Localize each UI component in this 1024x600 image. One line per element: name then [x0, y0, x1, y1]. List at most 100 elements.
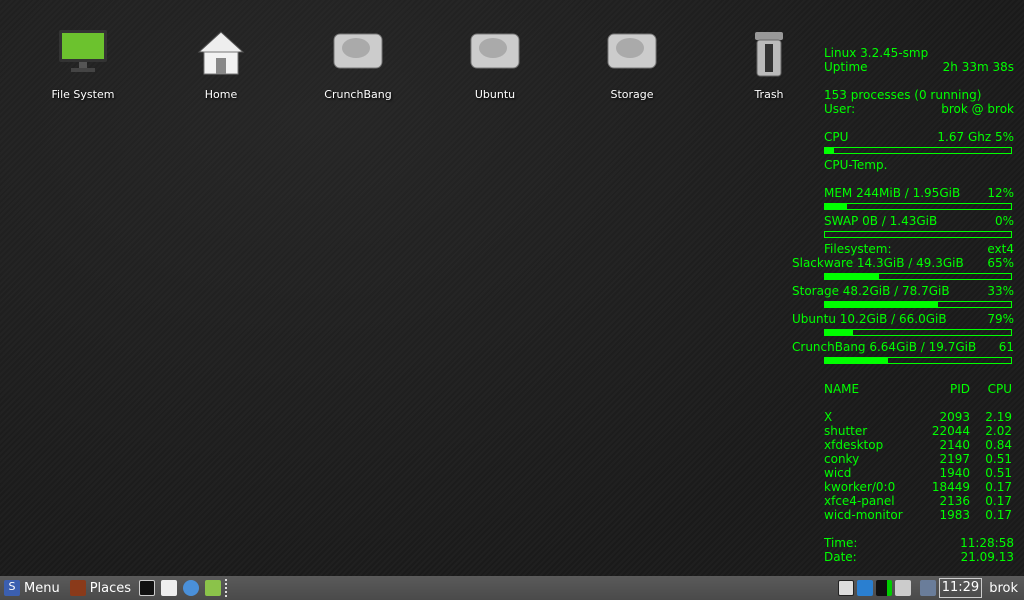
- proc-cell: X: [824, 410, 833, 424]
- places-icon: [69, 580, 86, 596]
- proc-cell: kworker/0:0: [824, 480, 896, 494]
- fs-row: Storage 48.2GiB / 78.7GiB 33%: [790, 284, 1014, 298]
- proc-header: NAME: [824, 382, 860, 396]
- drive-icon: [582, 28, 682, 84]
- proc-cell: 0.84: [985, 438, 1012, 452]
- drive-icon: [308, 28, 408, 84]
- cpu-bar: [824, 147, 1012, 154]
- mem-label: MEM 244MiB / 1.95GiB: [824, 186, 961, 200]
- proc-cell: 2140: [939, 438, 970, 452]
- fs-label: CrunchBang 6.64GiB / 19.7GiB: [792, 340, 977, 354]
- battery-icon[interactable]: [875, 580, 892, 596]
- cpu-value: 1.67 Ghz 5%: [937, 130, 1014, 144]
- swap-label: SWAP 0B / 1.43GiB: [824, 214, 938, 228]
- fs-bar: [824, 329, 1012, 336]
- proc-cell: 2136: [939, 494, 970, 508]
- proc-cell: 0.51: [985, 452, 1012, 466]
- text-editor-icon[interactable]: [161, 580, 178, 596]
- proc-cell: 18449: [931, 480, 970, 494]
- fs-pct: 33%: [987, 284, 1014, 298]
- desktop-icon-label: File System: [51, 88, 115, 101]
- cpu-temp-label: CPU-Temp.: [824, 158, 888, 172]
- swap-pct: 0%: [994, 214, 1014, 228]
- proc-cell: 1983: [939, 508, 970, 522]
- fs-label: Ubuntu 10.2GiB / 66.0GiB: [792, 312, 947, 326]
- places-label: Places: [89, 580, 132, 596]
- proc-cell: 2.19: [985, 410, 1012, 424]
- mem-pct: 12%: [987, 186, 1014, 200]
- desktop-icon-home[interactable]: Home: [171, 28, 271, 101]
- desktop-icon-label: Ubuntu: [474, 88, 516, 101]
- swap-bar: [824, 231, 1012, 238]
- browser-icon[interactable]: [183, 580, 200, 596]
- workspace-icon[interactable]: [919, 580, 936, 596]
- fs-bar: [824, 301, 1012, 308]
- proc-header: CPU: [987, 382, 1012, 396]
- menu-button[interactable]: S Menu: [4, 580, 60, 596]
- uptime-label: Uptime: [824, 60, 868, 74]
- home-icon: [171, 28, 271, 84]
- desktop-icon-file-system[interactable]: File System: [33, 28, 133, 101]
- clipboard-icon[interactable]: [837, 580, 854, 596]
- time-label: Time:: [824, 536, 858, 550]
- proc-cell: wicd: [824, 466, 852, 480]
- user-label: User:: [824, 102, 856, 116]
- date-label: Date:: [824, 550, 857, 564]
- update-icon[interactable]: [856, 580, 873, 596]
- proc-cell: 0.17: [985, 480, 1012, 494]
- fs-label: Slackware 14.3GiB / 49.3GiB: [792, 256, 964, 270]
- proc-cell: xfdesktop: [824, 438, 884, 452]
- monitor-icon: [33, 28, 133, 84]
- proc-cell: 1940: [939, 466, 970, 480]
- proc-cell: conky: [824, 452, 860, 466]
- proc-cell: xfce4-panel: [824, 494, 895, 508]
- fs-label: Filesystem:: [824, 242, 892, 256]
- proc-cell: 22044: [931, 424, 970, 438]
- fs-row: CrunchBang 6.64GiB / 19.7GiB 61: [790, 340, 1014, 354]
- drive-icon: [445, 28, 545, 84]
- fs-type: ext4: [987, 242, 1014, 256]
- desktop-icon-label: CrunchBang: [324, 88, 392, 101]
- proc-cell: wicd-monitor: [824, 508, 903, 522]
- file-manager-icon[interactable]: [205, 580, 222, 596]
- fs-pct: 61: [998, 340, 1014, 354]
- menu-label: Menu: [24, 580, 60, 596]
- conky-monitor: Linux 3.2.45-smp Uptime 2h 33m 38s 153 pr…: [790, 46, 1014, 564]
- proc-header: PID: [949, 382, 970, 396]
- network-icon[interactable]: [894, 580, 911, 596]
- desktop-icon-label: Home: [204, 88, 238, 101]
- mem-bar: [824, 203, 1012, 210]
- proc-cell: 2197: [939, 452, 970, 466]
- desktop-icon-ubuntu[interactable]: Ubuntu: [445, 28, 545, 101]
- proc-cell: 2.02: [985, 424, 1012, 438]
- proc-cell: 0.17: [985, 508, 1012, 522]
- crunchbang-icon: S: [4, 580, 20, 596]
- uptime: 2h 33m 38s: [942, 60, 1014, 74]
- fs-label: Storage 48.2GiB / 78.7GiB: [792, 284, 950, 298]
- desktop-icon-label: Storage: [610, 88, 654, 101]
- fs-row: Slackware 14.3GiB / 49.3GiB 65%: [790, 256, 1014, 270]
- kernel: Linux 3.2.45-smp: [824, 46, 929, 60]
- fs-row: Ubuntu 10.2GiB / 66.0GiB 79%: [790, 312, 1014, 326]
- proc-cell: 2093: [939, 410, 970, 424]
- panel-handle[interactable]: [225, 579, 229, 597]
- terminal-icon[interactable]: [139, 580, 156, 596]
- places-button[interactable]: Places: [69, 580, 132, 596]
- fs-bar: [824, 273, 1012, 280]
- cpu-label: CPU: [824, 130, 849, 144]
- proc-cell: 0.17: [985, 494, 1012, 508]
- time: 11:28:58: [960, 536, 1014, 550]
- fs-pct: 65%: [987, 256, 1014, 270]
- fs-bar: [824, 357, 1012, 364]
- taskbar: S Menu Places 11:29 brok: [0, 576, 1024, 600]
- date: 21.09.13: [960, 550, 1014, 564]
- clock[interactable]: 11:29: [938, 578, 983, 598]
- proc-cell: shutter: [824, 424, 868, 438]
- user: brok @ brok: [941, 102, 1014, 116]
- processes: 153 processes (0 running): [824, 88, 982, 102]
- desktop-icon-crunchbang[interactable]: CrunchBang: [308, 28, 408, 101]
- user-name[interactable]: brok: [989, 581, 1018, 596]
- desktop-icon-storage[interactable]: Storage: [582, 28, 682, 101]
- fs-pct: 79%: [987, 312, 1014, 326]
- proc-cell: 0.51: [985, 466, 1012, 480]
